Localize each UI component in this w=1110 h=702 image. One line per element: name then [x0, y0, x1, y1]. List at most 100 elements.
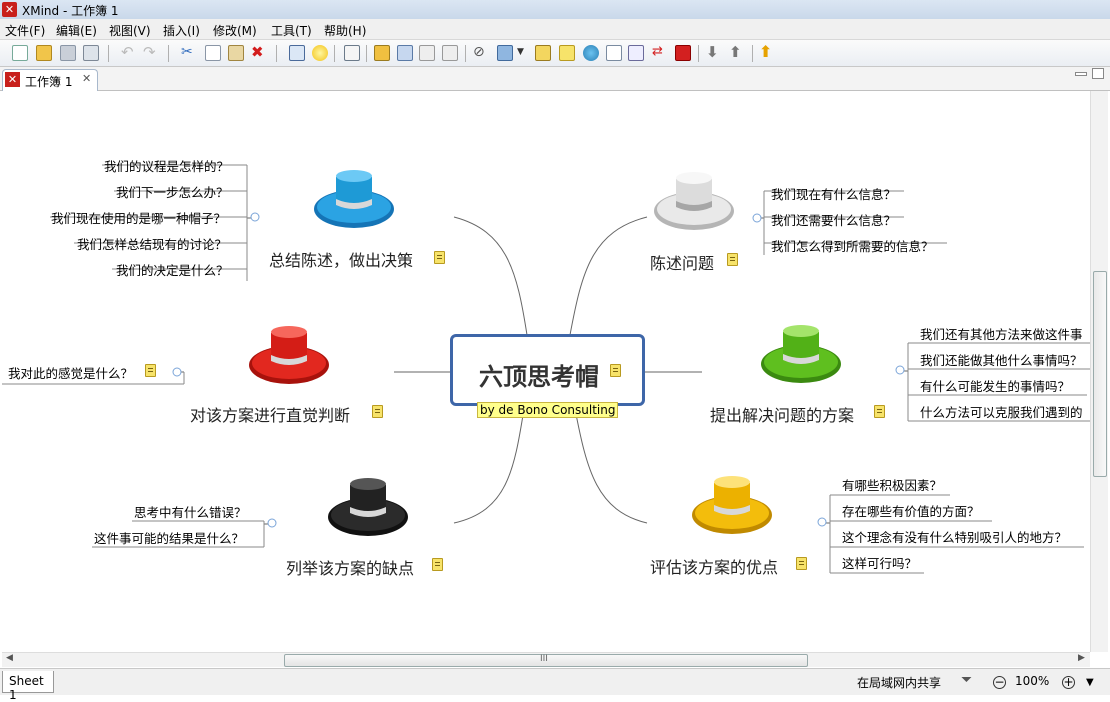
redo-icon[interactable]: ↷: [143, 45, 159, 61]
topic-icon[interactable]: [344, 45, 360, 61]
subtopic[interactable]: 什么方法可以克服我们遇到的: [920, 402, 1083, 421]
subtopic[interactable]: 我们还有其他方法来做这件事: [920, 324, 1083, 343]
scroll-right-icon[interactable]: ▶: [1078, 653, 1085, 663]
sheet-tab[interactable]: Sheet 1: [2, 671, 54, 702]
undo-icon[interactable]: ↶: [121, 45, 137, 61]
relationship-icon[interactable]: [442, 45, 458, 61]
save-icon[interactable]: [60, 45, 76, 61]
marker-icon[interactable]: ⇄: [652, 45, 668, 61]
subtopic[interactable]: 这件事可能的结果是什么？: [94, 528, 244, 547]
presentation-icon[interactable]: [289, 45, 305, 61]
zoom-dropdown-icon[interactable]: ▼: [1086, 677, 1094, 688]
topic-red-title[interactable]: 对该方案进行直觉判断: [190, 402, 350, 426]
zoom-in-icon[interactable]: +: [1062, 676, 1075, 689]
subtopic[interactable]: 我们还需要什么信息？: [771, 210, 896, 229]
idea-bulb-icon[interactable]: [312, 45, 328, 61]
open-folder-icon[interactable]: [36, 45, 52, 61]
topic-blue-title[interactable]: 总结陈述，做出决策: [269, 247, 413, 271]
subtopic[interactable]: 这样可行吗？: [842, 553, 917, 572]
subtopic[interactable]: 我们下一步怎么办？: [116, 182, 229, 201]
menu-tools[interactable]: 工具(T): [271, 22, 312, 39]
zoom-out-icon[interactable]: −: [993, 676, 1006, 689]
menu-insert[interactable]: 插入(I): [163, 22, 200, 39]
image-dropdown-icon[interactable]: ▼: [517, 45, 527, 61]
zoom-level: 100%: [1015, 674, 1050, 688]
editor-tab-bar: ✕ 工作簿 1 ✕: [0, 67, 1110, 91]
image-icon[interactable]: [497, 45, 513, 61]
blue-hat-icon: [314, 170, 394, 228]
red-hat-icon: [249, 326, 329, 384]
menu-file[interactable]: 文件(F): [5, 22, 45, 39]
status-bar: Sheet 1 在局域网内共享 ⏷ − 100% + ▼: [0, 668, 1110, 702]
print-icon[interactable]: [83, 45, 99, 61]
menu-help[interactable]: 帮助(H): [324, 22, 366, 39]
detach-icon[interactable]: [419, 45, 435, 61]
topic-black-title[interactable]: 列举该方案的缺点: [286, 555, 414, 579]
drill-down-icon[interactable]: ⬇: [706, 45, 722, 61]
subtopic[interactable]: 我们怎么得到所需要的信息？: [771, 236, 934, 255]
vertical-scroll-thumb[interactable]: [1093, 271, 1107, 477]
copy-icon[interactable]: [205, 45, 221, 61]
toolbar: ↶ ↷ ✂ ✖ ⊘ ▼ ⇄ ⬇ ⬆ ⬆: [0, 40, 1110, 67]
cut-icon[interactable]: ✂: [181, 45, 197, 61]
delete-icon[interactable]: ✖: [251, 45, 267, 61]
note-icon[interactable]: [610, 364, 621, 377]
hyperlink-globe-icon[interactable]: [583, 45, 599, 61]
lan-share-status[interactable]: 在局域网内共享: [857, 674, 941, 691]
central-topic-title: 六顶思考帽: [479, 363, 599, 391]
central-topic[interactable]: 六顶思考帽: [450, 334, 645, 406]
note-icon[interactable]: [434, 251, 445, 264]
subtopic[interactable]: 我们怎样总结现有的讨论？: [77, 234, 227, 253]
attachment-icon[interactable]: ⊘: [473, 45, 489, 61]
sheet-tab-label: Sheet 1: [9, 674, 44, 702]
note-icon[interactable]: [372, 405, 383, 418]
subtopic[interactable]: 我们还能做其他什么事情吗？: [920, 350, 1083, 369]
maximize-icon[interactable]: [1092, 68, 1104, 79]
menu-modify[interactable]: 修改(M): [213, 22, 257, 39]
note-icon[interactable]: [145, 364, 156, 377]
subtopic[interactable]: 这个理念有没有什么特别吸引人的地方？: [842, 527, 1067, 546]
minimize-icon[interactable]: [1075, 72, 1087, 76]
subtopic[interactable]: 我们现在使用的是哪一种帽子？: [51, 208, 226, 227]
subtopic[interactable]: 有什么可能发生的事情吗？: [920, 376, 1070, 395]
topic-green-title[interactable]: 提出解决问题的方案: [710, 402, 854, 426]
subtopic[interactable]: 我们的决定是什么？: [116, 260, 229, 279]
note-icon[interactable]: [874, 405, 885, 418]
subtopic[interactable]: 存在哪些有价值的方面？: [842, 501, 980, 520]
paste-icon[interactable]: [228, 45, 244, 61]
note-icon[interactable]: [796, 557, 807, 570]
insert-subtopic-icon[interactable]: [397, 45, 413, 61]
topic-white-title[interactable]: 陈述问题: [650, 250, 714, 274]
boundary-icon[interactable]: [606, 45, 622, 61]
horizontal-scrollbar[interactable]: ◀ III ▶: [2, 652, 1090, 667]
drill-up-icon[interactable]: ⬆: [729, 45, 745, 61]
stop-icon[interactable]: [675, 45, 691, 61]
tab-close-icon[interactable]: ✕: [82, 72, 91, 85]
title-bar: ✕ XMind - 工作簿 1: [0, 0, 1110, 19]
subtopic[interactable]: 我们现在有什么信息？: [771, 184, 896, 203]
window-title: XMind - 工作簿 1: [22, 4, 119, 18]
menu-edit[interactable]: 编辑(E): [56, 22, 97, 39]
note-icon[interactable]: [727, 253, 738, 266]
new-icon[interactable]: [12, 45, 28, 61]
xmind-file-icon: ✕: [5, 72, 20, 87]
mind-map-canvas[interactable]: 六顶思考帽 by de Bono Consulting 总结陈述，做出决策 陈述…: [2, 91, 1090, 652]
menu-view[interactable]: 视图(V): [109, 22, 151, 39]
note-icon[interactable]: [432, 558, 443, 571]
summary-icon[interactable]: [628, 45, 644, 61]
notes-icon[interactable]: [559, 45, 575, 61]
insert-topic-icon[interactable]: [374, 45, 390, 61]
topic-yellow-title[interactable]: 评估该方案的优点: [650, 554, 778, 578]
xmind-logo-icon: ✕: [2, 2, 17, 17]
subtopic[interactable]: 我对此的感觉是什么？: [8, 363, 133, 382]
scroll-left-icon[interactable]: ◀: [6, 653, 13, 663]
horizontal-scroll-thumb[interactable]: III: [284, 654, 808, 667]
vertical-scrollbar[interactable]: [1090, 91, 1108, 652]
subtopic[interactable]: 思考中有什么错误？: [134, 502, 247, 521]
subtopic[interactable]: 有哪些积极因素？: [842, 475, 942, 494]
home-up-icon[interactable]: ⬆: [759, 44, 775, 61]
label-icon[interactable]: [535, 45, 551, 61]
filter-icon[interactable]: ⏷: [961, 672, 972, 688]
tab-workbook[interactable]: ✕ 工作簿 1 ✕: [2, 69, 98, 91]
subtopic[interactable]: 我们的议程是怎样的？: [104, 156, 229, 175]
